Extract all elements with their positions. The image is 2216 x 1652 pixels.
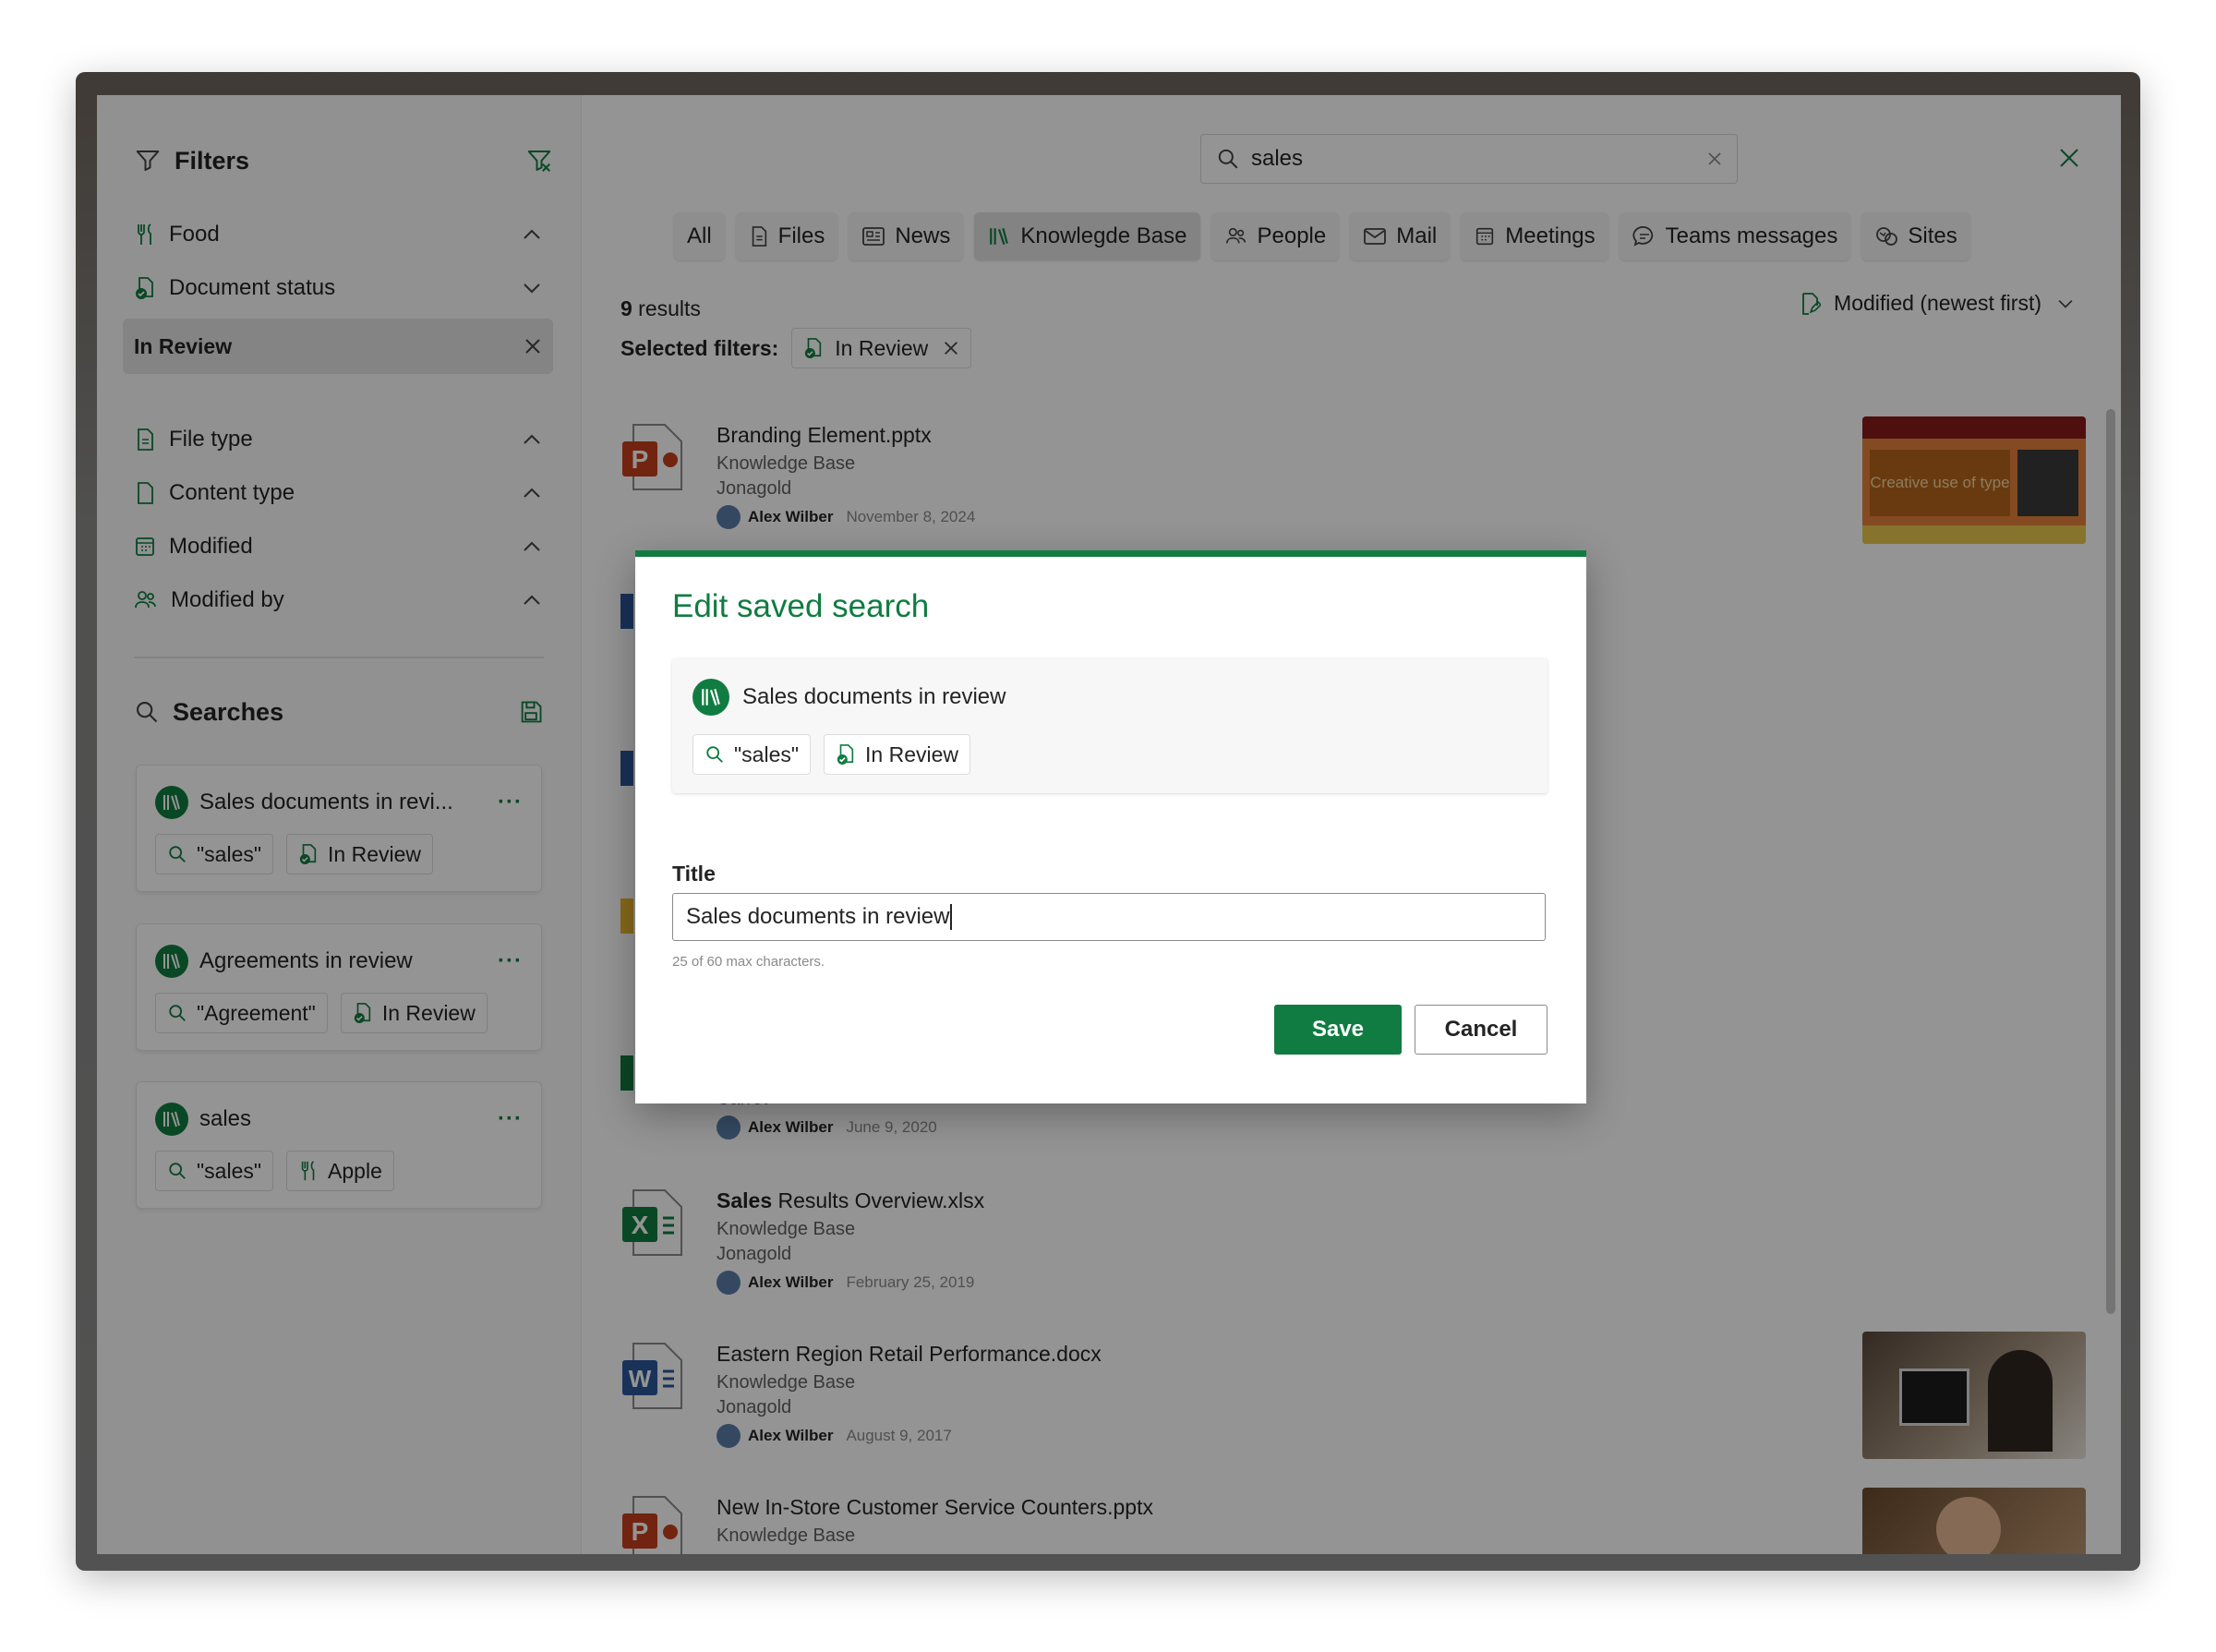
title-field-label: Title bbox=[672, 862, 716, 886]
dialog-title: Edit saved search bbox=[672, 588, 930, 624]
filter-chip: In Review bbox=[824, 734, 971, 775]
search-icon bbox=[705, 744, 725, 765]
library-icon bbox=[692, 679, 729, 716]
document-check-icon bbox=[836, 743, 856, 766]
character-count: 25 of 60 max characters. bbox=[672, 954, 825, 970]
save-button[interactable]: Save bbox=[1274, 1005, 1402, 1055]
cancel-button[interactable]: Cancel bbox=[1415, 1005, 1548, 1055]
title-input-value: Sales documents in review bbox=[686, 904, 950, 929]
preview-title: Sales documents in review bbox=[742, 684, 1006, 709]
filter-chip-label: In Review bbox=[865, 742, 959, 766]
query-chip: "sales" bbox=[692, 734, 812, 775]
text-caret bbox=[950, 904, 953, 930]
title-input[interactable]: Sales documents in review bbox=[672, 893, 1546, 941]
edit-saved-search-dialog: Edit saved search Sales documents in rev… bbox=[635, 550, 1586, 1103]
saved-search-preview: Sales documents in review "sales" In Rev… bbox=[672, 658, 1548, 793]
query-chip-label: "sales" bbox=[734, 742, 800, 766]
